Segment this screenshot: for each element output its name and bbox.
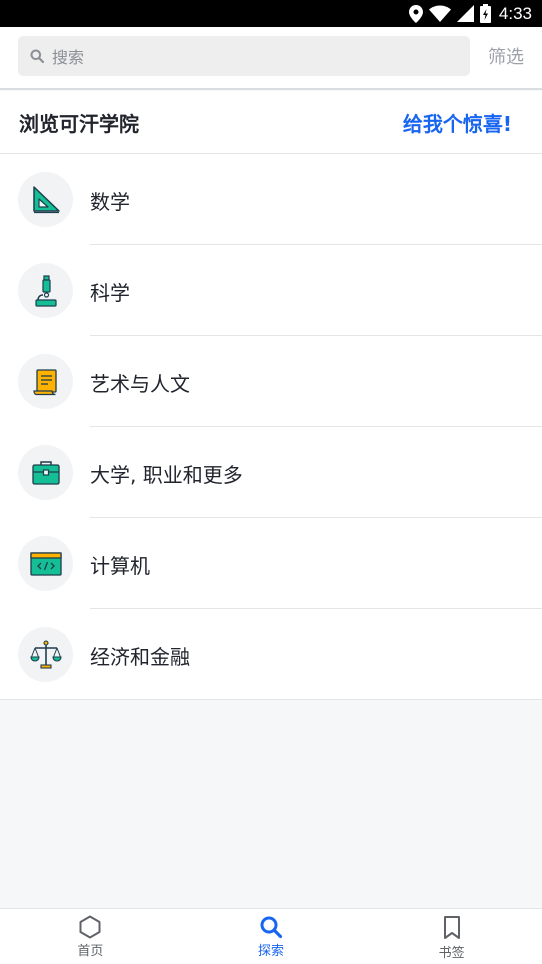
search-placeholder: 搜索 [52, 48, 85, 67]
triangle-ruler-icon [32, 185, 60, 213]
tab-label: 首页 [77, 944, 104, 959]
category-item-science[interactable]: 科学 [0, 245, 542, 336]
wifi-icon [428, 5, 451, 22]
search-icon [260, 916, 283, 939]
category-label: 计算机 [90, 554, 150, 578]
category-icon-badge [18, 172, 73, 227]
bookmark-icon [443, 916, 460, 939]
category-item-economics-finance[interactable]: 经济和金融 [0, 609, 542, 700]
balance-scale-icon [29, 639, 62, 669]
microscope-icon [34, 274, 57, 307]
category-icon-badge [18, 263, 73, 318]
bottom-tab-bar: 首页 探索 书签 [0, 908, 542, 964]
category-label: 艺术与人文 [90, 372, 190, 396]
status-time: 4:33 [498, 3, 532, 23]
category-icon-badge [18, 536, 73, 591]
category-icon-badge [18, 627, 73, 682]
status-bar: 4:33 [0, 0, 542, 27]
code-window-icon [29, 551, 62, 576]
category-list: 浏览可汗学院 给我个惊喜! 数学 科学 艺术与人文 大学, 职业和更多 计算机 … [0, 91, 542, 700]
tab-home[interactable]: 首页 [0, 909, 181, 964]
category-label: 数学 [90, 190, 130, 214]
filter-button[interactable]: 筛选 [488, 43, 524, 69]
signal-icon [456, 5, 474, 22]
hexagon-icon [79, 915, 101, 939]
tab-explore[interactable]: 探索 [181, 909, 362, 964]
tab-bookmarks[interactable]: 书签 [361, 909, 542, 964]
search-bar: 搜索 筛选 [0, 27, 542, 90]
search-input[interactable]: 搜索 [18, 36, 470, 76]
page-title: 浏览可汗学院 [19, 112, 139, 136]
battery-icon [479, 4, 491, 23]
category-item-math[interactable]: 数学 [0, 154, 542, 245]
category-label: 大学, 职业和更多 [90, 463, 243, 487]
category-label: 经济和金融 [90, 645, 190, 669]
briefcase-icon [31, 460, 60, 485]
category-item-college-careers[interactable]: 大学, 职业和更多 [0, 427, 542, 518]
list-header: 浏览可汗学院 给我个惊喜! [0, 91, 542, 154]
category-item-computing[interactable]: 计算机 [0, 518, 542, 609]
search-icon [30, 49, 44, 63]
tab-label: 探索 [258, 944, 285, 959]
category-icon-badge [18, 445, 73, 500]
scroll-icon [32, 368, 57, 395]
tab-label: 书签 [438, 946, 465, 961]
category-label: 科学 [90, 281, 130, 305]
surprise-me-button[interactable]: 给我个惊喜! [403, 108, 512, 137]
category-item-arts-humanities[interactable]: 艺术与人文 [0, 336, 542, 427]
location-icon [408, 4, 423, 23]
category-icon-badge [18, 354, 73, 409]
